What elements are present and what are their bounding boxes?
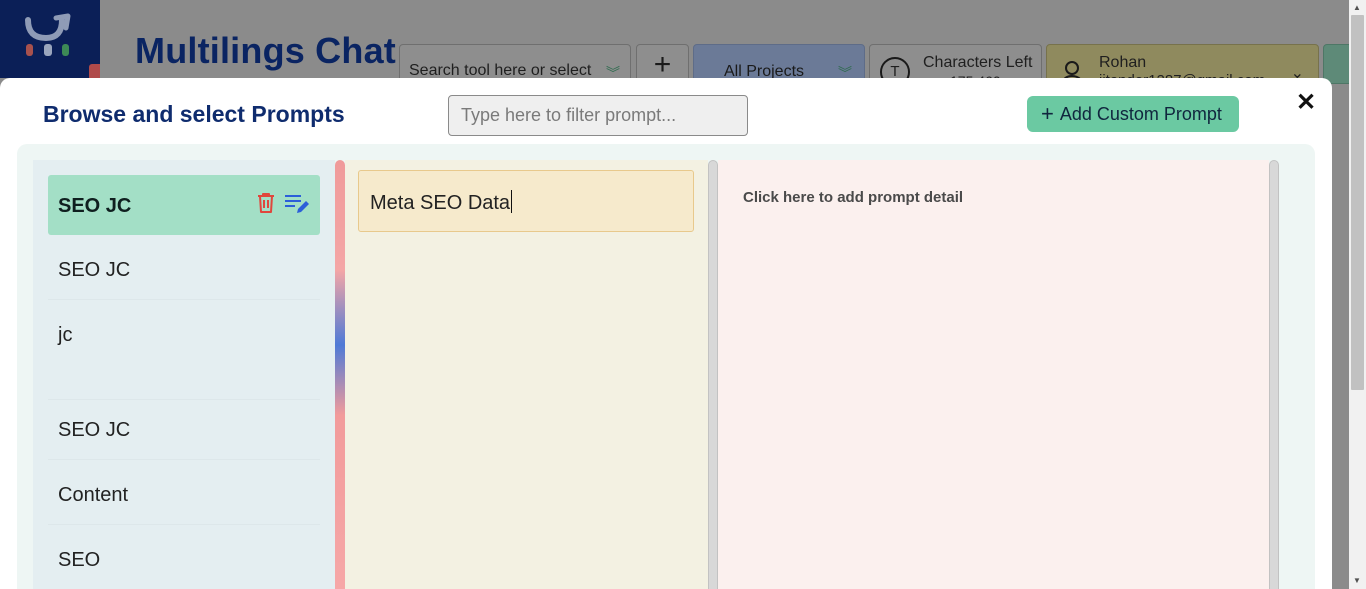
user-name: Rohan [1099, 54, 1147, 71]
app-logo[interactable] [0, 0, 100, 78]
prompt-list-item[interactable]: SEO [48, 530, 320, 589]
prompt-label: Content [58, 484, 129, 506]
prompt-list-item[interactable]: SEO JC [48, 400, 320, 460]
sub-prompt-column: Meta SEO Data [345, 160, 708, 589]
logo-icon [25, 13, 71, 56]
prompt-detail-panel[interactable]: Click here to add prompt detail [718, 160, 1269, 589]
sub-prompt-item[interactable]: Meta SEO Data [358, 170, 694, 232]
modal-title: Browse and select Prompts [43, 101, 345, 127]
prompt-label: SEO JC [58, 419, 131, 441]
characters-left-label: Characters Left [923, 54, 1033, 71]
prompt-list: SEO JC SEO JC jc SEO JC Content SEO [33, 160, 335, 589]
column-resize-handle[interactable] [335, 160, 345, 589]
prompt-label: SEO [58, 549, 101, 571]
column-resize-handle[interactable] [1269, 160, 1279, 589]
prompt-label: SEO JC [58, 259, 131, 281]
scroll-up-icon[interactable]: ▲ [1353, 3, 1361, 12]
page-scrollbar[interactable]: ▲ ▼ [1349, 0, 1366, 589]
add-custom-prompt-label: Add Custom Prompt [1059, 104, 1222, 124]
prompt-label: jc [58, 324, 73, 346]
trash-icon[interactable] [256, 192, 276, 214]
prompt-browser-modal: Browse and select Prompts +Add Custom Pr… [0, 78, 1332, 589]
column-resize-handle[interactable] [708, 160, 718, 589]
prompt-list-item[interactable]: Content [48, 465, 320, 525]
search-tool-placeholder: Search tool here or select [409, 62, 592, 79]
plus-icon: + [1041, 101, 1054, 126]
scrollbar-thumb[interactable] [1351, 15, 1364, 390]
prompt-workspace: SEO JC SEO JC jc SEO JC Content SEO Meta… [17, 144, 1315, 589]
sub-prompt-label: Meta SEO Data [370, 192, 511, 214]
logo-accent [89, 64, 100, 78]
prompt-detail-hint[interactable]: Click here to add prompt detail [743, 189, 963, 206]
prompt-list-item[interactable]: SEO JC [48, 240, 320, 300]
text-caret [511, 190, 513, 213]
close-icon[interactable]: ✕ [1296, 88, 1316, 117]
prompt-list-item[interactable]: jc [48, 305, 320, 400]
prompt-list-item[interactable]: SEO JC [48, 175, 320, 235]
scroll-down-icon[interactable]: ▼ [1353, 576, 1361, 585]
add-custom-prompt-button[interactable]: + Add Custom Prompt [1027, 96, 1239, 132]
prompt-label: SEO JC [58, 195, 132, 217]
app-title: Multilings Chat [135, 30, 396, 71]
edit-list-icon[interactable] [284, 192, 310, 216]
prompt-filter-input[interactable] [448, 95, 748, 136]
